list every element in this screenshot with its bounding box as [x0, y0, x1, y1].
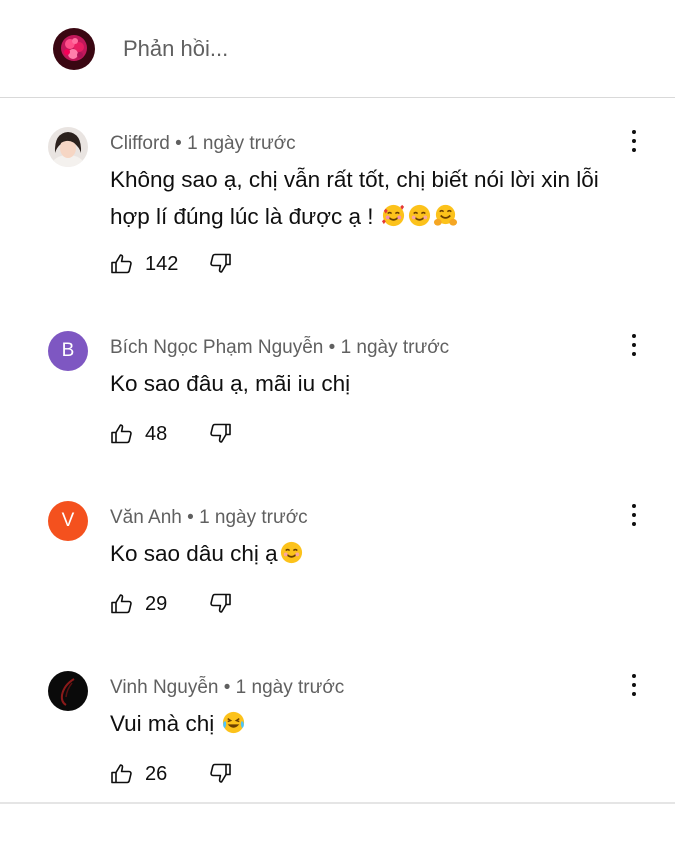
- like-button[interactable]: 29: [110, 592, 167, 616]
- comment-time: 1 ngày trước: [199, 507, 308, 528]
- like-button[interactable]: 48: [110, 422, 167, 446]
- user-avatar[interactable]: [53, 28, 95, 70]
- comment-meta: Văn Anh • 1 ngày trước: [110, 507, 308, 528]
- thumb-up-icon: [111, 424, 132, 444]
- comment-actions: 29: [110, 589, 231, 619]
- like-count: 48: [145, 422, 168, 445]
- dislike-button[interactable]: [208, 421, 232, 445]
- thumb-down-icon: [210, 763, 231, 783]
- hugging-face-icon: [433, 202, 458, 227]
- avatar[interactable]: V: [48, 501, 88, 541]
- smiling-face-icon: [407, 202, 432, 227]
- like-count: 29: [145, 592, 168, 615]
- like-button[interactable]: 26: [110, 762, 167, 786]
- comment-text: Ko sao đâu ạ, mãi iu chị: [110, 371, 351, 396]
- comment-author[interactable]: Clifford: [110, 133, 170, 154]
- smiling-face-with-hearts-icon: [381, 202, 406, 227]
- like-button[interactable]: 142: [110, 252, 178, 276]
- comment-meta: Clifford • 1 ngày trước: [110, 133, 296, 154]
- dislike-button[interactable]: [208, 591, 232, 615]
- thumb-down-icon: [210, 253, 231, 273]
- comment-item: B Bích Ngọc Phạm Nguyễn • 1 ngày trước K…: [0, 331, 675, 501]
- dislike-button[interactable]: [208, 761, 232, 785]
- comment-time: 1 ngày trước: [187, 133, 296, 154]
- thumb-up-icon: [111, 594, 132, 614]
- comment-actions: 26: [110, 759, 231, 789]
- comment-item: V Văn Anh • 1 ngày trước Ko sao dâu chị …: [0, 501, 675, 671]
- avatar[interactable]: [48, 671, 88, 711]
- more-vertical-icon[interactable]: [622, 495, 646, 535]
- like-count: 26: [145, 762, 168, 785]
- reply-input[interactable]: [123, 36, 623, 62]
- dislike-button[interactable]: [208, 251, 232, 275]
- thumb-up-icon: [111, 254, 132, 274]
- comment-author[interactable]: Vinh Nguyễn: [110, 677, 218, 698]
- thumb-down-icon: [210, 423, 231, 443]
- comment-item: Vinh Nguyễn • 1 ngày trước Vui mà chị 26: [0, 671, 675, 841]
- avatar-letter: B: [61, 340, 75, 361]
- thumb-down-icon: [210, 593, 231, 613]
- comment-text: Không sao ạ, chị vẫn rất tốt, chị biết n…: [110, 167, 599, 229]
- comment-item: Clifford • 1 ngày trước Không sao ạ, chị…: [0, 127, 675, 297]
- reply-bar: [0, 0, 675, 98]
- more-vertical-icon[interactable]: [622, 665, 646, 705]
- comment-text: Vui mà chị: [110, 705, 630, 742]
- comment-time: 1 ngày trước: [340, 337, 450, 358]
- more-vertical-icon[interactable]: [622, 121, 646, 161]
- like-count: 142: [145, 252, 179, 275]
- comment-meta: Bích Ngọc Phạm Nguyễn • 1 ngày trước: [110, 337, 450, 358]
- comment-author[interactable]: Bích Ngọc Phạm Nguyễn: [110, 337, 323, 358]
- comment-meta: Vinh Nguyễn • 1 ngày trước: [110, 677, 345, 698]
- comment-actions: 48: [110, 419, 231, 449]
- more-vertical-icon[interactable]: [622, 325, 646, 365]
- smiling-face-icon: [279, 539, 304, 564]
- comment-text: Ko sao dâu chị ạ: [110, 535, 630, 572]
- comment-actions: 142: [110, 249, 231, 279]
- avatar[interactable]: [48, 127, 88, 167]
- face-with-tears-of-joy-icon: [221, 709, 246, 734]
- comment-time: 1 ngày trước: [235, 677, 345, 698]
- avatar[interactable]: B: [48, 331, 88, 371]
- thumb-up-icon: [111, 764, 132, 784]
- comment-author[interactable]: Văn Anh: [110, 507, 182, 528]
- avatar-letter: V: [61, 510, 75, 531]
